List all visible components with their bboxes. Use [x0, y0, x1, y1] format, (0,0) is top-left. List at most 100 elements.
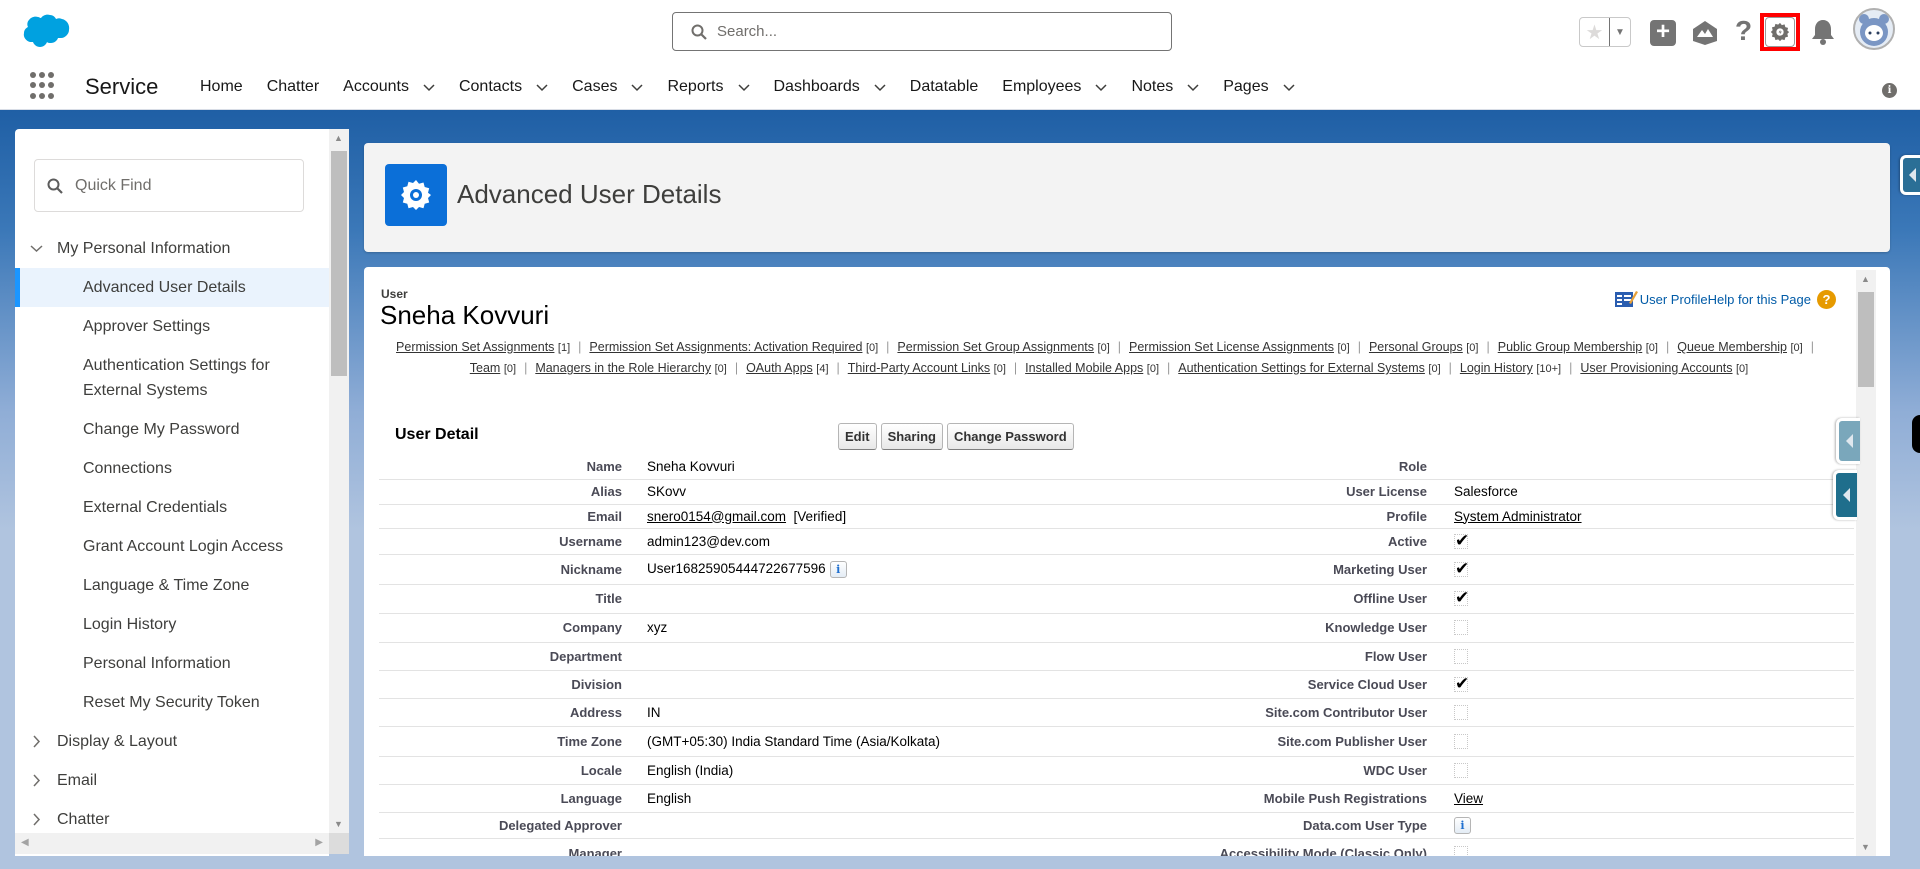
nav-item-pages[interactable]: Pages: [1223, 78, 1295, 96]
sidebar-item-authentication-settings-for-external-systems[interactable]: Authentication Settings for External Sys…: [15, 346, 329, 410]
content-vertical-scrollbar[interactable]: ▲ ▼: [1856, 270, 1876, 856]
nav-item-employees[interactable]: Employees: [1002, 78, 1107, 96]
related-link-installed-mobile-apps[interactable]: Installed Mobile Apps: [1025, 361, 1143, 375]
sidebar-vertical-scrollbar[interactable]: ▲ ▼: [329, 129, 349, 833]
sidebar-item-change-my-password[interactable]: Change My Password: [15, 410, 329, 449]
quick-find-input[interactable]: Quick Find: [34, 159, 304, 212]
help-question-icon[interactable]: ?: [1817, 289, 1836, 309]
app-launcher-icon[interactable]: [30, 72, 58, 100]
sidebar-item-approver-settings[interactable]: Approver Settings: [15, 307, 329, 346]
utility-panel-tab[interactable]: [1900, 155, 1920, 195]
related-link-third-party-account-links[interactable]: Third-Party Account Links: [848, 361, 990, 375]
nav-item-dashboards[interactable]: Dashboards: [774, 78, 886, 96]
chevron-down-icon[interactable]: [1283, 81, 1295, 93]
sharing-button[interactable]: Sharing: [880, 423, 943, 450]
scroll-up-arrow-icon[interactable]: ▲: [1861, 274, 1870, 284]
floating-tab[interactable]: [1912, 415, 1920, 453]
chevron-right-icon[interactable]: [29, 773, 44, 788]
global-search-input[interactable]: Search...: [672, 12, 1172, 51]
global-header: Search... ★ ▼ + ? Service Home Chatter Acc…: [0, 0, 1920, 110]
chevron-down-icon[interactable]: [1187, 81, 1199, 93]
info-icon[interactable]: i: [829, 560, 847, 578]
field-label: WDC User: [1112, 756, 1439, 785]
related-link-count: [4]: [816, 363, 829, 375]
chevron-down-icon[interactable]: [1095, 81, 1107, 93]
chevron-down-icon[interactable]: [874, 81, 886, 93]
scroll-right-arrow-icon[interactable]: ▶: [315, 837, 323, 848]
help-for-page-link[interactable]: Help for this Page: [1708, 292, 1811, 307]
scrollbar-thumb[interactable]: [1858, 292, 1874, 387]
email-link[interactable]: snero0154@gmail.com: [647, 509, 786, 524]
chevron-right-icon[interactable]: [29, 734, 44, 749]
tree-section-my-personal-information[interactable]: My Personal Information: [15, 229, 329, 268]
user-avatar[interactable]: [1853, 8, 1895, 50]
sidebar-item-external-credentials[interactable]: External Credentials: [15, 488, 329, 527]
related-link-user-provisioning-accounts[interactable]: User Provisioning Accounts: [1580, 361, 1732, 375]
related-link-permission-set-license-assignments[interactable]: Permission Set License Assignments: [1129, 340, 1334, 354]
related-link-personal-groups[interactable]: Personal Groups: [1369, 340, 1463, 354]
scrollbar-thumb[interactable]: [331, 151, 347, 376]
user-profile-link[interactable]: User Profile: [1640, 292, 1708, 307]
sidebar-item-reset-my-security-token[interactable]: Reset My Security Token: [15, 683, 329, 722]
nickname-value: User16825905444722677596: [647, 560, 826, 576]
info-icon[interactable]: i: [1882, 83, 1897, 98]
favorites-dropdown-icon[interactable]: ▼: [1610, 18, 1630, 46]
collapse-panel-tab[interactable]: [1836, 418, 1860, 464]
favorites-star-icon[interactable]: ★: [1580, 18, 1610, 46]
scroll-down-arrow-icon[interactable]: ▼: [1861, 842, 1870, 852]
related-link-oauth-apps[interactable]: OAuth Apps: [746, 361, 813, 375]
change-password-button[interactable]: Change Password: [946, 423, 1074, 450]
trailhead-icon[interactable]: [1690, 19, 1720, 47]
tree-section-display-layout[interactable]: Display & Layout: [15, 722, 329, 761]
sidebar-item-connections[interactable]: Connections: [15, 449, 329, 488]
field-label: Role: [1112, 455, 1439, 480]
scroll-up-arrow-icon[interactable]: ▲: [334, 133, 343, 143]
nav-item-datatable[interactable]: Datatable: [910, 78, 979, 96]
field-label: Service Cloud User: [1112, 670, 1439, 699]
tree-section-email[interactable]: Email: [15, 761, 329, 800]
scroll-down-arrow-icon[interactable]: ▼: [334, 819, 343, 829]
chevron-down-icon[interactable]: [631, 81, 643, 93]
sidebar-item-grant-account-login-access[interactable]: Grant Account Login Access: [15, 527, 329, 566]
sidebar-item-advanced-user-details[interactable]: Advanced User Details: [15, 268, 329, 307]
link-separator: |: [1810, 340, 1814, 354]
field-label: User License: [1112, 479, 1439, 505]
nav-item-accounts[interactable]: Accounts: [343, 78, 435, 96]
related-link-permission-set-assignments-activation-required[interactable]: Permission Set Assignments: Activation R…: [589, 340, 862, 354]
related-link-managers-in-the-role-hierarchy[interactable]: Managers in the Role Hierarchy: [535, 361, 711, 375]
nav-item-contacts[interactable]: Contacts: [459, 78, 548, 96]
profile-link[interactable]: System Administrator: [1454, 509, 1582, 524]
nav-item-home[interactable]: Home: [200, 78, 243, 96]
help-icon[interactable]: ?: [1735, 15, 1752, 47]
chevron-right-icon[interactable]: [29, 812, 44, 827]
nav-item-chatter[interactable]: Chatter: [267, 78, 319, 96]
scroll-left-arrow-icon[interactable]: ◀: [21, 837, 29, 848]
related-link-permission-set-assignments[interactable]: Permission Set Assignments: [396, 340, 554, 354]
chevron-down-icon[interactable]: [29, 241, 44, 256]
related-link-login-history[interactable]: Login History: [1460, 361, 1533, 375]
nav-item-reports[interactable]: Reports: [667, 78, 750, 96]
mobile-push-registrations-link[interactable]: View: [1454, 791, 1483, 806]
salesforce-logo[interactable]: [20, 14, 72, 50]
chevron-down-icon[interactable]: [536, 81, 548, 93]
related-link-team[interactable]: Team: [470, 361, 501, 375]
setup-gear-icon[interactable]: [1760, 13, 1800, 51]
related-link-queue-membership[interactable]: Queue Membership: [1677, 340, 1787, 354]
detail-row: Alias SKovv User License Salesforce: [379, 479, 1854, 505]
notifications-bell-icon[interactable]: [1810, 18, 1836, 46]
nav-item-cases[interactable]: Cases: [572, 78, 643, 96]
chevron-down-icon[interactable]: [423, 81, 435, 93]
sidebar-item-language-time-zone[interactable]: Language & Time Zone: [15, 566, 329, 605]
related-link-authentication-settings-for-external-systems[interactable]: Authentication Settings for External Sys…: [1178, 361, 1425, 375]
global-actions-plus-icon[interactable]: +: [1650, 20, 1676, 46]
expand-panel-tab[interactable]: [1833, 470, 1857, 520]
chevron-down-icon[interactable]: [737, 81, 750, 93]
edit-button[interactable]: Edit: [838, 423, 877, 450]
sidebar-item-login-history[interactable]: Login History: [15, 605, 329, 644]
info-icon[interactable]: i: [1454, 816, 1471, 834]
related-link-permission-set-group-assignments[interactable]: Permission Set Group Assignments: [897, 340, 1094, 354]
sidebar-horizontal-scrollbar[interactable]: ◀ ▶: [15, 833, 329, 854]
related-link-public-group-membership[interactable]: Public Group Membership: [1498, 340, 1643, 354]
nav-item-notes[interactable]: Notes: [1131, 78, 1199, 96]
sidebar-item-personal-information[interactable]: Personal Information: [15, 644, 329, 683]
